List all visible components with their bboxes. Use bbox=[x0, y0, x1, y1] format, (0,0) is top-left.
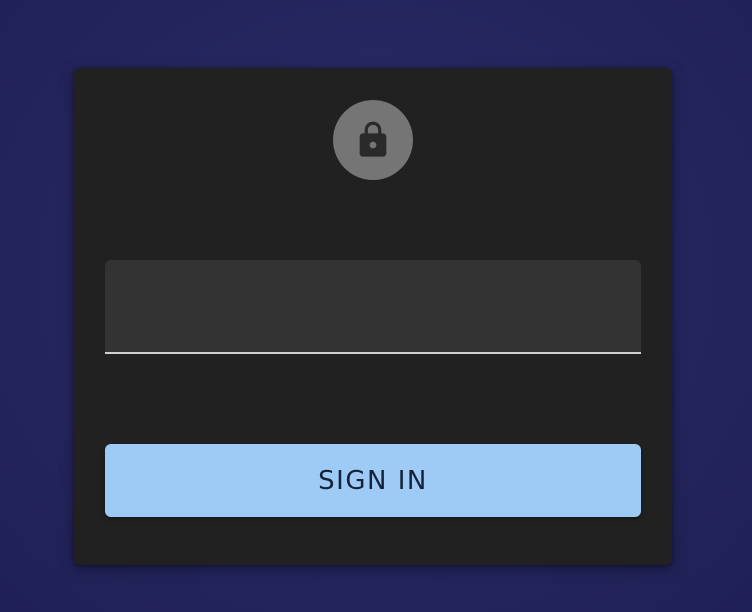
text-field[interactable] bbox=[105, 260, 641, 354]
sign-in-button[interactable]: SIGN IN bbox=[105, 444, 641, 517]
avatar bbox=[333, 100, 413, 180]
text-field-input[interactable] bbox=[121, 300, 625, 330]
login-card: SIGN IN bbox=[74, 68, 672, 565]
lock-icon bbox=[353, 120, 393, 160]
